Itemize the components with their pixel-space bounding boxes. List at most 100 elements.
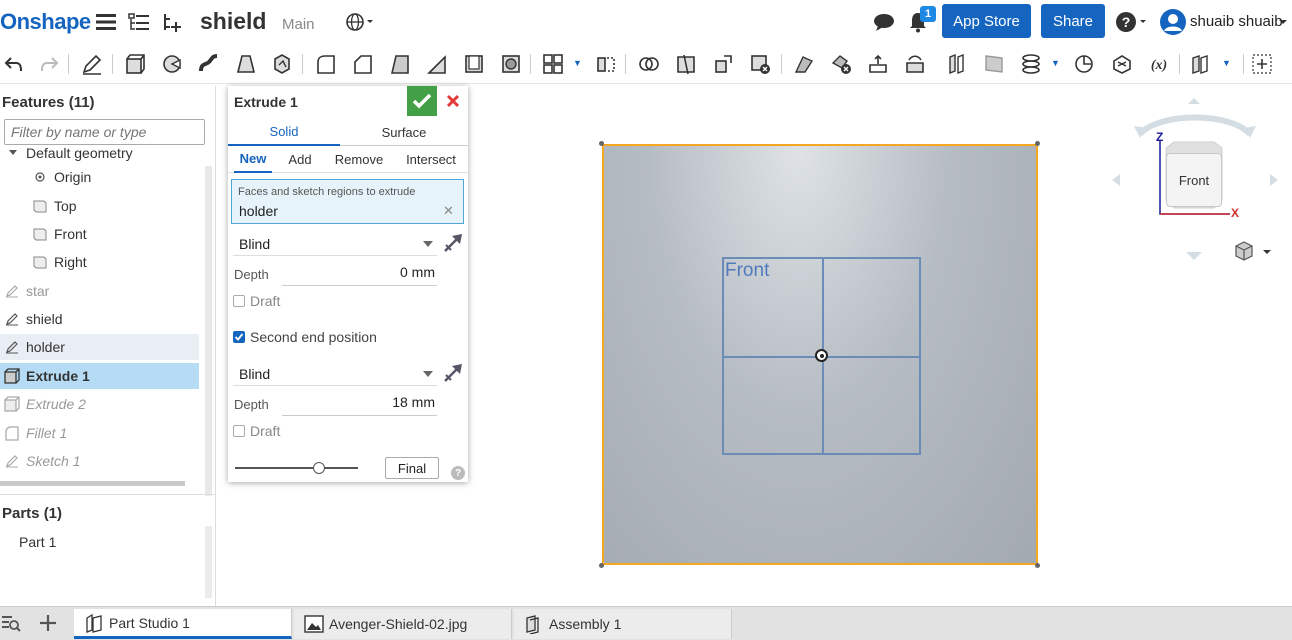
chamfer-tool-icon[interactable] [351,52,375,76]
opposite-direction-icon[interactable] [442,362,464,384]
replace-face-tool-icon[interactable] [903,52,927,76]
depth-input-2[interactable]: 18 mm [282,394,437,416]
helix-tool-icon[interactable] [1019,52,1043,76]
add-custom-feature-icon[interactable] [1250,52,1274,76]
tab-part-studio-1[interactable]: Part Studio 1 [74,609,292,639]
draft-checkbox-2[interactable] [233,425,245,437]
tree-item-shield-sketch[interactable]: shield [4,306,204,332]
hole-tool-icon[interactable] [499,52,523,76]
end-type-select-1[interactable]: Blind [233,232,437,256]
user-name[interactable]: shuaib shuaib [1190,13,1283,30]
tab-add[interactable]: Add [284,146,316,173]
revolve-tool-icon[interactable] [160,52,184,76]
tree-item-holder-sketch[interactable]: holder [0,334,199,360]
comments-icon[interactable] [872,10,896,34]
delete-face-tool-icon[interactable] [829,52,853,76]
tree-item-origin[interactable]: Origin [32,164,200,190]
split-tool-icon[interactable] [674,52,698,76]
app-store-button[interactable]: App Store [942,4,1031,38]
second-end-checkbox[interactable] [233,331,245,343]
extrude-tool-icon[interactable] [123,52,147,76]
caret-down-icon[interactable] [8,145,18,161]
remove-selection-icon[interactable]: ✕ [443,203,454,219]
final-button[interactable]: Final [385,457,439,479]
tree-item-star-sketch[interactable]: star [4,278,204,304]
tab-surface[interactable]: Surface [348,118,460,146]
view-cube-front-face[interactable]: Front [1166,153,1222,207]
opposite-direction-icon[interactable] [442,232,464,254]
draft-tool-icon[interactable] [388,52,412,76]
document-list-icon[interactable] [127,10,151,34]
tree-item-fillet-1[interactable]: Fillet 1 [4,420,204,446]
help-icon[interactable]: ? [451,466,465,480]
custom-features-tool-icon[interactable] [1189,52,1213,76]
mirror-tool-icon[interactable] [594,52,618,76]
accept-button[interactable] [407,86,437,116]
user-menu-chevron-down-icon[interactable] [1276,10,1290,34]
parts-scrollbar[interactable] [205,526,212,598]
thicken-tool-icon[interactable] [270,52,294,76]
sketch-tool-icon[interactable] [80,52,104,76]
view-options-icon[interactable] [1232,240,1274,264]
origin-point[interactable] [815,349,828,362]
tree-item-front-plane[interactable]: Front [32,221,200,247]
tree-item-extrude-2[interactable]: Extrude 2 [4,391,204,417]
sweep-tool-icon[interactable] [197,52,221,76]
tab-new[interactable]: New [234,146,272,173]
tree-item-right-plane[interactable]: Right [32,249,200,275]
pattern-chevron-down-icon[interactable]: ▼ [573,58,582,68]
tab-assembly-1[interactable]: Assembly 1 [514,609,732,639]
delete-part-tool-icon[interactable] [748,52,772,76]
loft-tool-icon[interactable] [234,52,258,76]
insert-tab-icon[interactable] [160,10,184,34]
faces-selected-item[interactable]: holder [239,203,278,219]
tab-remove[interactable]: Remove [332,146,386,173]
transform-tool-icon[interactable] [711,52,735,76]
boolean-tool-icon[interactable] [637,52,661,76]
measure-tool-icon[interactable] [1072,52,1096,76]
fill-surface-tool-icon[interactable] [982,52,1006,76]
add-tab-icon[interactable] [38,613,60,635]
rib-tool-icon[interactable] [425,52,449,76]
hamburger-menu-icon[interactable] [94,10,118,34]
tab-intersect[interactable]: Intersect [403,146,459,173]
rollback-slider-thumb[interactable] [313,462,325,474]
tree-item-default-geometry[interactable]: Default geometry [8,142,208,164]
second-end-label[interactable]: Second end position [250,329,377,345]
draft-label-1[interactable]: Draft [250,293,280,309]
globe-icon[interactable] [343,10,377,34]
modify-fillet-tool-icon[interactable] [792,52,816,76]
depth-input-1[interactable]: 0 mm [282,264,437,286]
custom-features-chevron-down-icon[interactable]: ▼ [1222,58,1231,68]
fillet-tool-icon[interactable] [314,52,338,76]
undo-icon[interactable] [2,52,26,76]
rollback-slider-track[interactable] [235,467,358,469]
onshape-logo[interactable]: Onshape [0,9,91,35]
end-type-select-2[interactable]: Blind [233,362,437,386]
avatar[interactable] [1158,7,1188,37]
move-face-tool-icon[interactable] [866,52,890,76]
tree-item-top-plane[interactable]: Top [32,193,200,219]
tree-item-sketch-1[interactable]: Sketch 1 [4,448,204,474]
branch-name[interactable]: Main [282,16,315,33]
part-item[interactable]: Part 1 [19,534,56,550]
shell-tool-icon[interactable] [462,52,486,76]
offset-surface-tool-icon[interactable] [945,52,969,76]
draft-label-2[interactable]: Draft [250,423,280,439]
tab-manager-icon[interactable] [0,613,24,637]
feature-list-scrollbar[interactable] [205,166,212,496]
variable-tool-icon[interactable]: (x) [1147,52,1171,76]
redo-icon[interactable] [37,52,61,76]
document-title[interactable]: shield [200,8,266,35]
mate-connector-tool-icon[interactable] [1110,52,1134,76]
tab-solid[interactable]: Solid [228,118,340,146]
draft-checkbox-1[interactable] [233,295,245,307]
share-button[interactable]: Share [1041,4,1105,38]
faces-selection-field[interactable]: Faces and sketch regions to extrude hold… [231,179,464,224]
tree-item-extrude-1[interactable]: Extrude 1 [0,363,199,389]
front-plane[interactable]: Front [602,144,1038,565]
pattern-tool-icon[interactable] [541,52,565,76]
rollback-bar[interactable] [0,481,185,486]
cancel-button[interactable] [442,89,464,113]
curve-chevron-down-icon[interactable]: ▼ [1051,58,1060,68]
